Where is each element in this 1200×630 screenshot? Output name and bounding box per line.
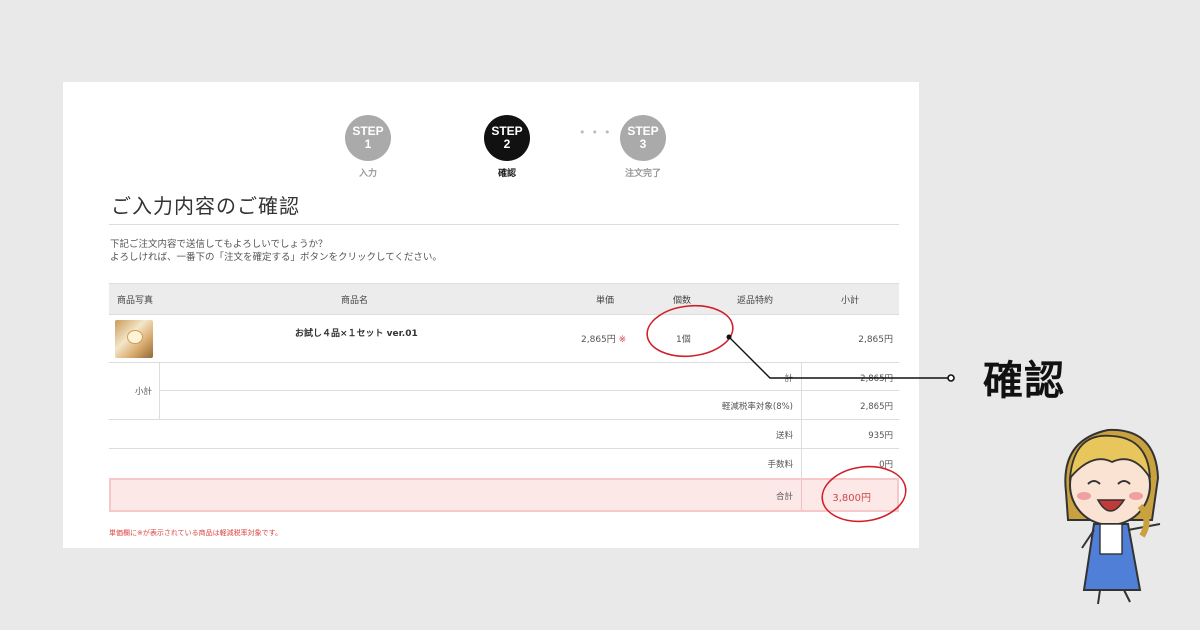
total-highlight-circle	[821, 465, 907, 523]
annotation-overlay	[646, 304, 1161, 605]
callout-leader-line	[728, 336, 950, 379]
callout-label: 確認	[983, 358, 1065, 404]
callout-end-dot	[947, 374, 955, 382]
mascot-girl	[1064, 428, 1161, 605]
quantity-highlight-circle	[646, 304, 734, 358]
